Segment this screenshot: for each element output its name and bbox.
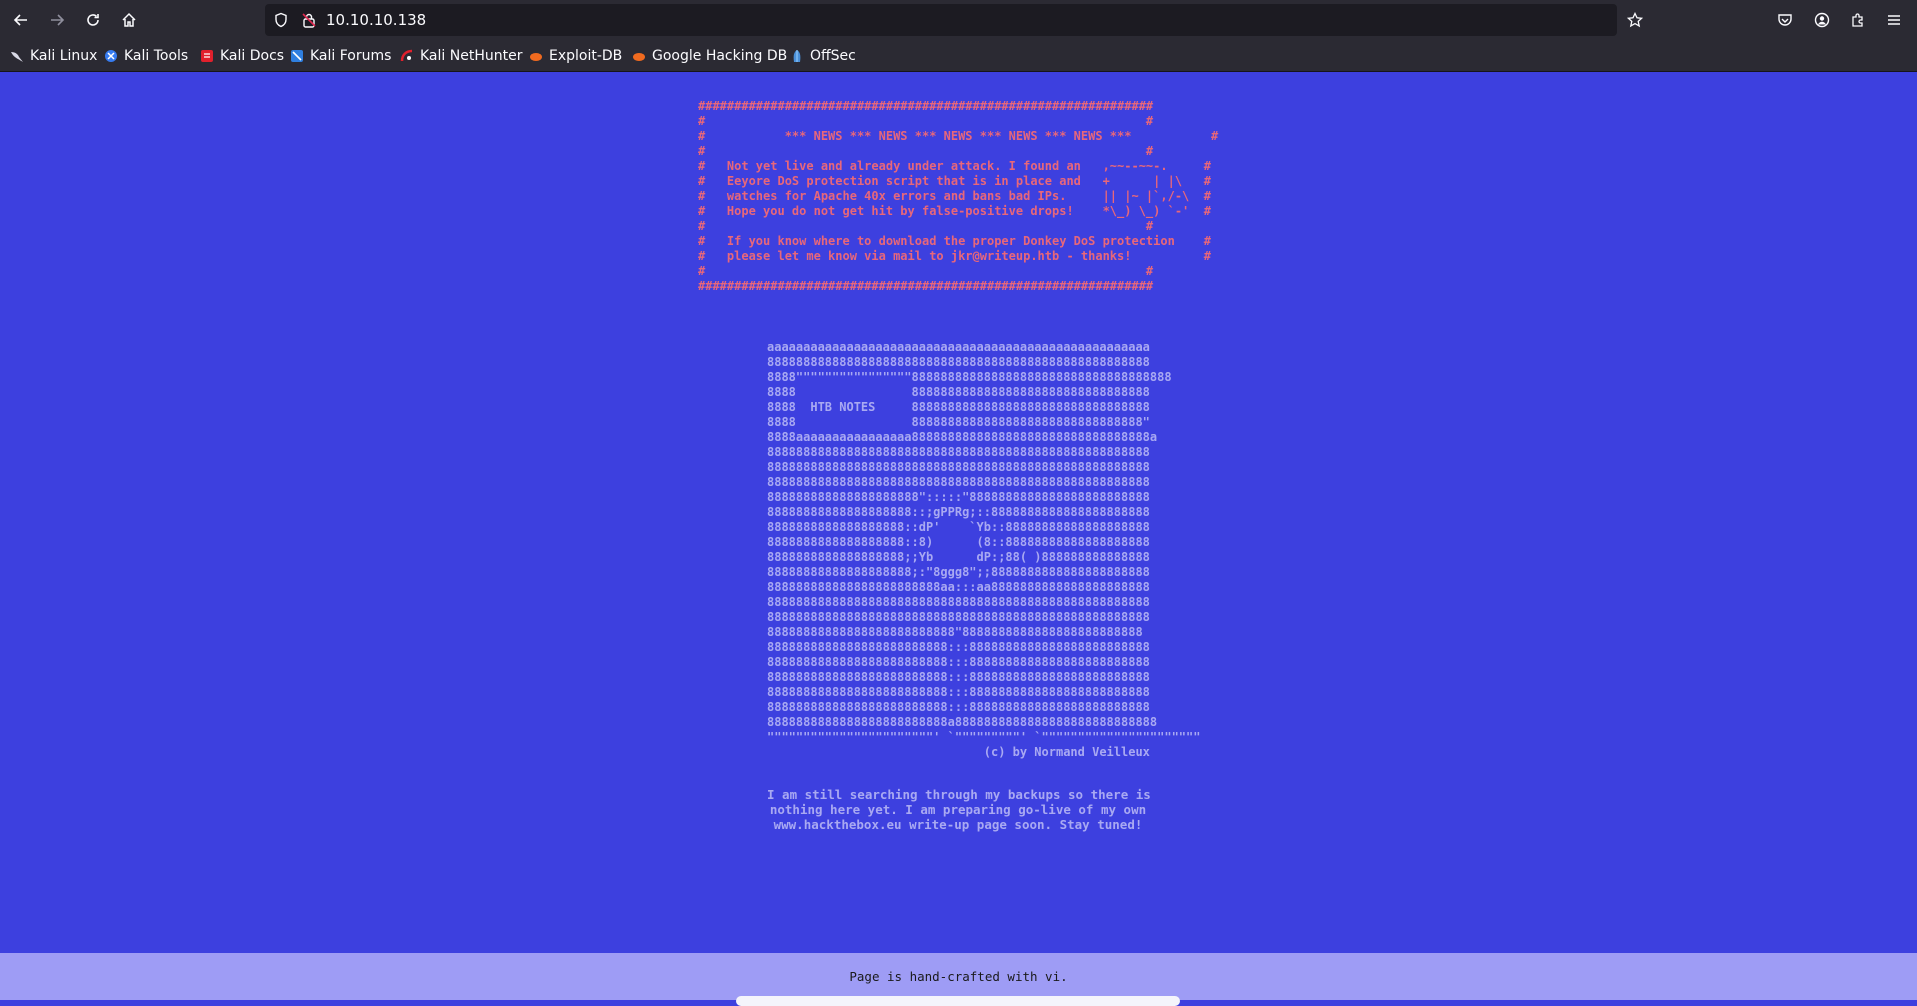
bookmark-kali-nethunter[interactable]: Kali NetHunter xyxy=(400,40,522,71)
back-arrow-icon xyxy=(13,14,27,26)
kali-docs-icon xyxy=(200,49,214,63)
bookmark-kali-linux[interactable]: Kali Linux xyxy=(10,40,97,71)
bookmark-kali-tools[interactable]: Kali Tools xyxy=(104,40,188,71)
kali-forums-icon xyxy=(290,49,304,63)
account-button[interactable] xyxy=(1808,6,1836,34)
lock-icon[interactable] xyxy=(301,12,317,28)
extensions-button[interactable] xyxy=(1844,6,1872,34)
shield-icon[interactable] xyxy=(273,12,289,28)
bookmark-label: Kali NetHunter xyxy=(420,47,523,64)
bookmark-kali-forums[interactable]: Kali Forums xyxy=(290,40,391,71)
ghdb-icon xyxy=(632,49,646,63)
kali-dragon-icon xyxy=(10,49,24,63)
footer-text: Page is hand-crafted with vi. xyxy=(849,969,1068,984)
exploitdb-icon xyxy=(529,49,543,63)
account-icon xyxy=(1814,12,1830,28)
kali-tools-icon xyxy=(104,49,118,63)
url-text[interactable]: 10.10.10.138 xyxy=(326,4,426,36)
pocket-button[interactable] xyxy=(1771,6,1799,34)
bookmark-label: Kali Linux xyxy=(30,47,98,64)
bookmark-exploit-db[interactable]: Exploit-DB xyxy=(529,40,622,71)
bookmark-label: Google Hacking DB xyxy=(652,47,788,64)
address-bar[interactable]: 10.10.10.138 xyxy=(265,4,1643,36)
news-ascii-banner: ########################################… xyxy=(698,99,1219,293)
backup-message-line: nothing here yet. I am preparing go-live… xyxy=(769,802,1147,817)
menu-button[interactable] xyxy=(1880,6,1908,34)
back-button[interactable] xyxy=(7,6,35,34)
offsec-icon xyxy=(790,49,804,63)
pocket-icon xyxy=(1778,14,1792,26)
backup-message-line: www.hackthebox.eu write-up page soon. St… xyxy=(773,817,1143,832)
hamburger-menu-icon xyxy=(1888,15,1900,25)
page-footer: Page is hand-crafted with vi. xyxy=(0,953,1917,1006)
nethunter-icon xyxy=(400,49,414,63)
bookmark-label: Kali Tools xyxy=(124,47,189,64)
reload-icon xyxy=(87,14,99,26)
forward-button[interactable] xyxy=(43,6,71,34)
home-icon xyxy=(122,12,136,27)
home-button[interactable] xyxy=(115,6,143,34)
htb-notes-ascii-art: aaaaaaaaaaaaaaaaaaaaaaaaaaaaaaaaaaaaaaaa… xyxy=(767,340,1201,759)
backup-message-line: I am still searching through my backups … xyxy=(767,787,1151,802)
bookmarks-toolbar: Kali Linux Kali Tools Kali Docs Kali For… xyxy=(0,40,1917,72)
backup-message: I am still searching through my backups … xyxy=(767,787,1151,832)
bookmark-label: Kali Docs xyxy=(220,47,285,64)
bookmark-label: Kali Forums xyxy=(310,47,392,64)
footer-decoration xyxy=(736,996,1180,1006)
bookmark-kali-docs[interactable]: Kali Docs xyxy=(200,40,284,71)
browser-toolbar: 10.10.10.138 xyxy=(0,0,1917,40)
bookmark-offsec[interactable]: OffSec xyxy=(790,40,856,71)
page-content: ########################################… xyxy=(0,72,1917,953)
bookmark-label: Exploit-DB xyxy=(549,47,623,64)
forward-arrow-icon xyxy=(51,14,65,26)
bookmark-google-hacking-db[interactable]: Google Hacking DB xyxy=(632,40,787,71)
bookmark-label: OffSec xyxy=(810,47,856,64)
bookmark-star-icon[interactable] xyxy=(1627,12,1643,28)
reload-button[interactable] xyxy=(79,6,107,34)
puzzle-icon xyxy=(1852,13,1863,27)
